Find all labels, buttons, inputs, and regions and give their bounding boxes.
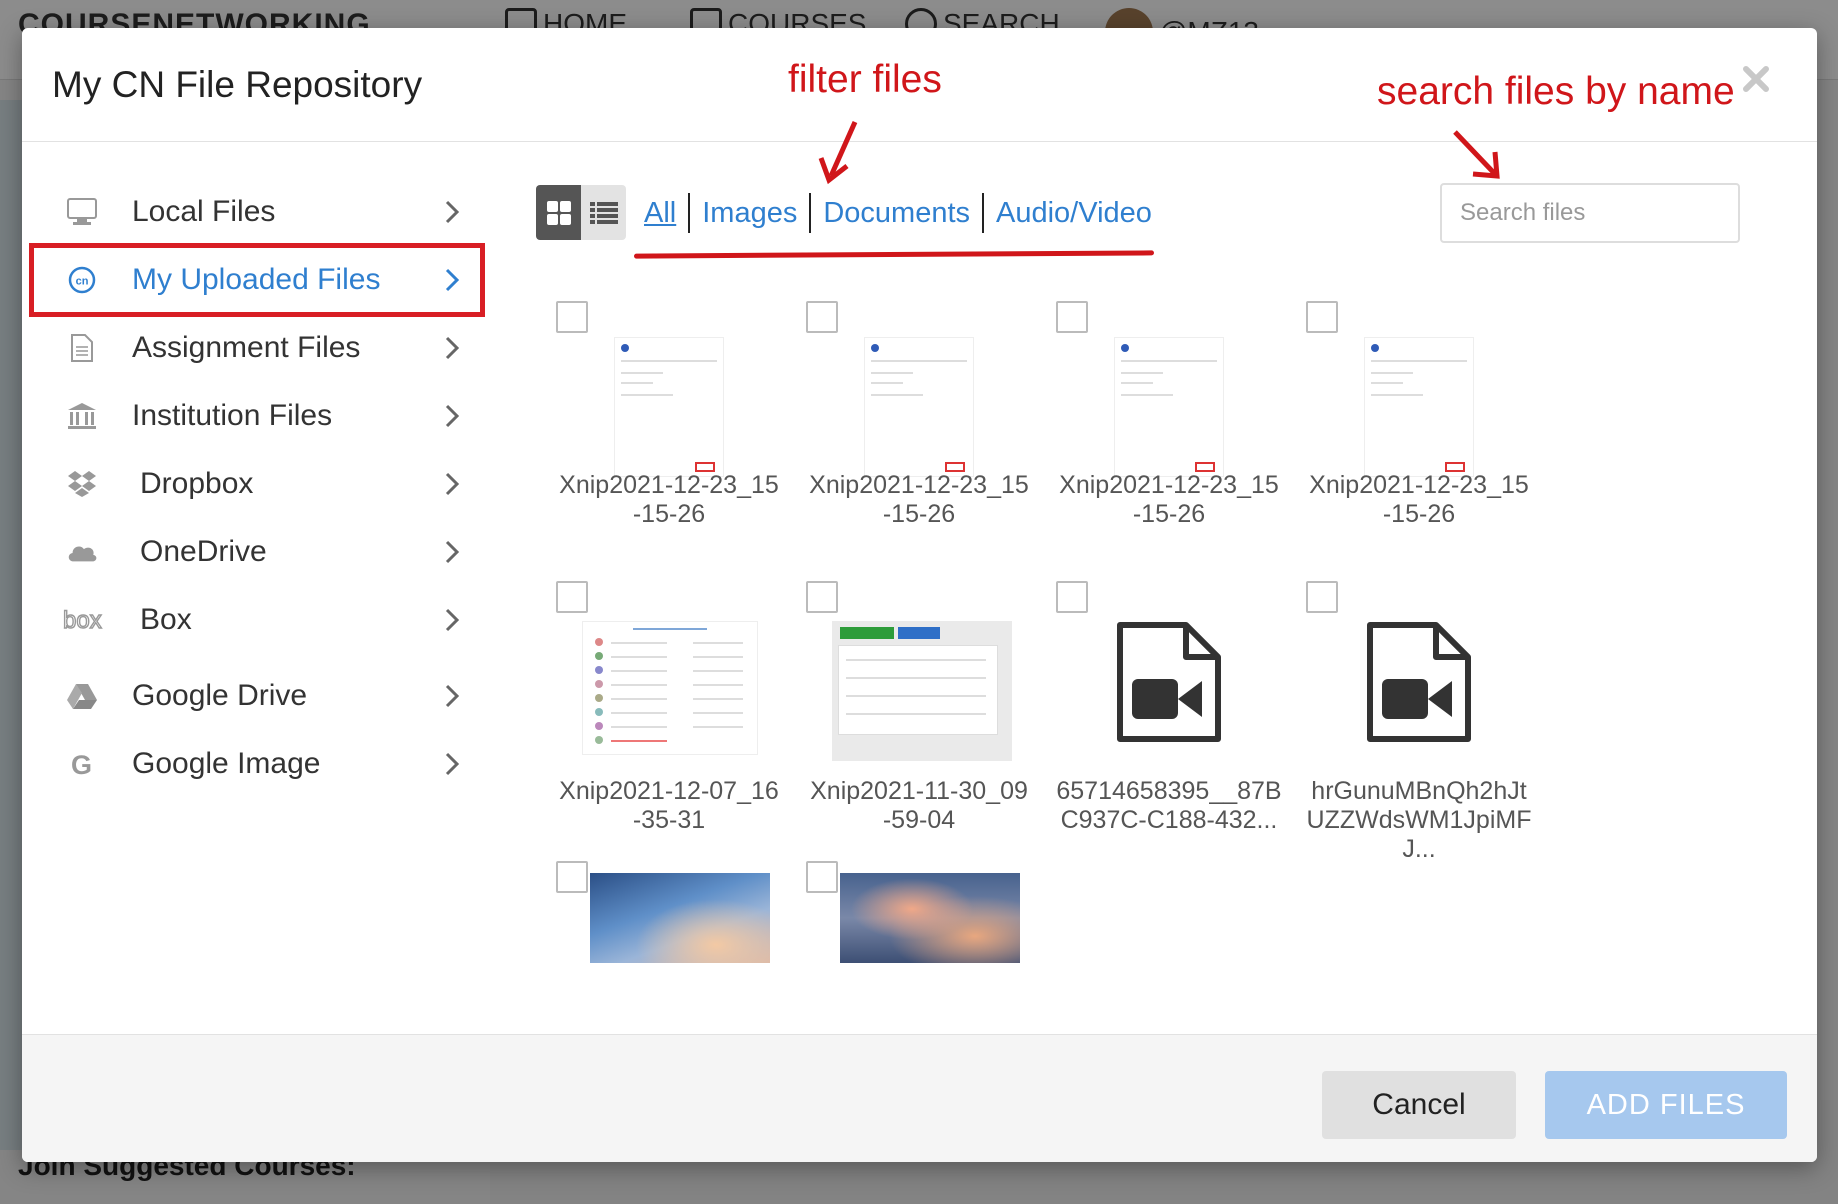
chevron-right-icon <box>445 608 460 632</box>
annotation-arrow-filter <box>818 120 858 185</box>
svg-text:box: box <box>63 608 102 632</box>
file-type-filters: All Images Documents Audio/Video <box>644 193 1152 233</box>
sidebar-item-label: Google Drive <box>132 679 308 712</box>
sidebar-item-label: Box <box>140 603 192 636</box>
file-name: 65714658395__87B C937C-C188-432... <box>1056 777 1282 834</box>
institution-icon <box>66 400 98 432</box>
svg-text:cn: cn <box>76 276 89 288</box>
sidebar-item-label: My Uploaded Files <box>132 263 381 296</box>
sidebar-item-label: Institution Files <box>132 399 333 432</box>
dropbox-icon <box>66 468 98 500</box>
sidebar-item-label: Assignment Files <box>132 331 361 364</box>
monitor-icon <box>66 196 98 228</box>
chevron-right-icon <box>445 472 460 496</box>
filter-separator <box>688 193 691 233</box>
list-icon <box>589 201 618 224</box>
file-thumbnail[interactable] <box>832 621 1012 761</box>
source-sidebar: Local Files cn My Uploaded Files Assignm… <box>29 178 485 798</box>
file-checkbox[interactable] <box>1056 581 1088 613</box>
file-name: Xnip2021-12-23_15 -15-26 <box>559 471 779 528</box>
file-thumbnail[interactable] <box>864 337 974 477</box>
file-name: hrGunuMBnQh2hJt UZZWdsWM1JpiMF J... <box>1306 777 1532 863</box>
video-file-icon[interactable] <box>1116 621 1222 743</box>
filter-images[interactable]: Images <box>702 197 797 230</box>
sidebar-item-institution-files[interactable]: Institution Files <box>32 382 482 450</box>
search-files-input[interactable] <box>1440 183 1740 243</box>
box-icon: box <box>62 604 108 636</box>
file-thumbnail[interactable] <box>1114 337 1224 477</box>
document-icon <box>66 332 98 364</box>
file-checkbox[interactable] <box>556 581 588 613</box>
chevron-right-icon <box>445 540 460 564</box>
modal-title: My CN File Repository <box>52 64 423 105</box>
sky-image-thumbnail[interactable] <box>590 873 770 963</box>
sidebar-item-assignment-files[interactable]: Assignment Files <box>32 314 482 382</box>
sidebar-item-label: Local Files <box>132 195 276 228</box>
chevron-right-icon <box>445 200 460 224</box>
file-name: Xnip2021-12-23_15 -15-26 <box>1059 471 1279 528</box>
cloud-icon <box>66 536 98 568</box>
grid-icon <box>546 200 571 225</box>
sidebar-item-onedrive[interactable]: OneDrive <box>32 518 482 586</box>
sidebar-item-google-image[interactable]: G Google Image <box>32 730 482 798</box>
modal-footer: Cancel ADD FILES <box>22 1034 1817 1162</box>
filter-documents[interactable]: Documents <box>823 197 970 230</box>
sidebar-item-label: OneDrive <box>140 535 267 568</box>
filter-separator <box>982 193 985 233</box>
file-name: Xnip2021-12-07_16 -35-31 <box>559 777 779 834</box>
file-thumbnail[interactable] <box>1364 337 1474 477</box>
file-thumbnail[interactable] <box>582 621 758 755</box>
google-drive-icon <box>66 680 98 712</box>
google-icon: G <box>66 748 98 780</box>
file-checkbox[interactable] <box>1056 301 1088 333</box>
file-checkbox[interactable] <box>806 861 838 893</box>
file-name: Xnip2021-12-23_15 -15-26 <box>1309 471 1529 528</box>
close-icon <box>1743 66 1769 92</box>
sidebar-item-local-files[interactable]: Local Files <box>32 178 482 246</box>
annotation-filter-files: filter files <box>788 58 942 101</box>
sidebar-item-label: Google Image <box>132 747 321 780</box>
chevron-right-icon <box>445 404 460 428</box>
list-view-button[interactable] <box>581 185 626 240</box>
sidebar-item-my-uploaded-files[interactable]: cn My Uploaded Files <box>29 243 485 317</box>
sidebar-item-dropbox[interactable]: Dropbox <box>32 450 482 518</box>
file-checkbox[interactable] <box>556 861 588 893</box>
svg-text:G: G <box>71 750 92 778</box>
add-files-button[interactable]: ADD FILES <box>1545 1071 1787 1139</box>
sidebar-item-google-drive[interactable]: Google Drive <box>32 662 482 730</box>
file-repository-modal: My CN File Repository filter files searc… <box>22 28 1817 1162</box>
filter-all[interactable]: All <box>644 197 676 230</box>
filter-separator <box>809 193 812 233</box>
file-name: Xnip2021-11-30_09 -59-04 <box>810 777 1028 834</box>
annotation-search-by-name: search files by name <box>1377 70 1735 113</box>
view-toggle <box>536 185 626 240</box>
grid-view-button[interactable] <box>536 185 581 240</box>
file-checkbox[interactable] <box>806 581 838 613</box>
chevron-right-icon <box>445 268 460 292</box>
sidebar-item-label: Dropbox <box>140 467 254 500</box>
chevron-right-icon <box>445 752 460 776</box>
file-checkbox[interactable] <box>556 301 588 333</box>
annotation-arrow-search <box>1453 130 1500 179</box>
video-file-icon[interactable] <box>1366 621 1472 743</box>
file-checkbox[interactable] <box>806 301 838 333</box>
filter-audio-video[interactable]: Audio/Video <box>996 197 1152 230</box>
chevron-right-icon <box>445 336 460 360</box>
close-button[interactable] <box>1741 64 1771 94</box>
cancel-button[interactable]: Cancel <box>1322 1071 1516 1139</box>
file-thumbnail[interactable] <box>614 337 724 477</box>
file-checkbox[interactable] <box>1306 301 1338 333</box>
sky-image-thumbnail[interactable] <box>840 873 1020 963</box>
file-checkbox[interactable] <box>1306 581 1338 613</box>
cn-icon: cn <box>66 264 98 296</box>
chevron-right-icon <box>445 684 460 708</box>
annotation-underline <box>633 250 1155 259</box>
sidebar-item-box[interactable]: box Box <box>32 586 482 654</box>
file-name: Xnip2021-12-23_15 -15-26 <box>809 471 1029 528</box>
